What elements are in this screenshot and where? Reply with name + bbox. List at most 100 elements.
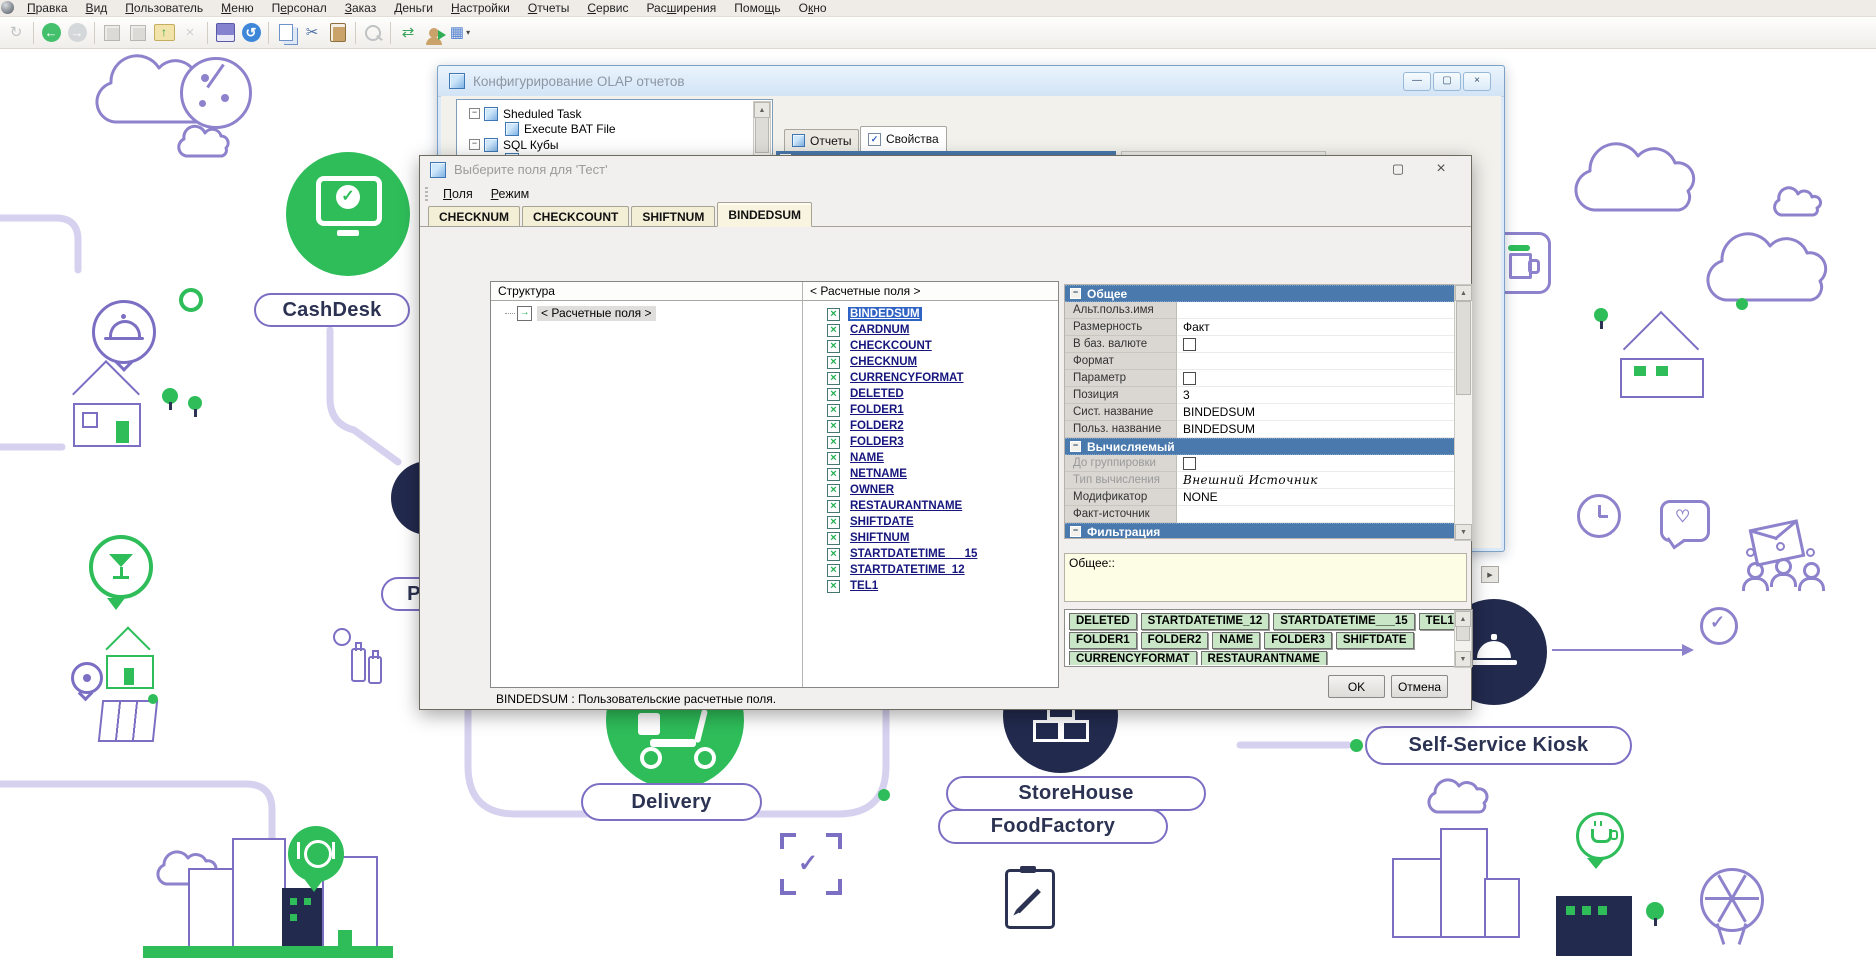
field-checkbox-icon[interactable]	[827, 404, 840, 417]
field-checkbox-icon[interactable]	[827, 356, 840, 369]
import-folder-icon[interactable]: ↑	[152, 21, 176, 45]
field-item-OWNER[interactable]: OWNER	[827, 482, 896, 498]
field-chip-DELETED[interactable]: DELETED	[1069, 613, 1137, 630]
maximize-button[interactable]: ▢	[1433, 72, 1461, 91]
maximize-button[interactable]	[1387, 160, 1409, 178]
property-row-Модификатор[interactable]: МодификаторNONE	[1065, 489, 1455, 506]
field-item-DELETED[interactable]: DELETED	[827, 386, 906, 402]
property-row-Сист. название[interactable]: Сист. названиеBINDEDSUM	[1065, 404, 1455, 421]
collapse-icon[interactable]	[1070, 526, 1081, 537]
field-checkbox-icon[interactable]	[827, 372, 840, 385]
tree-item-Sheduled Task[interactable]: −Sheduled Task	[469, 106, 582, 121]
collapse-icon[interactable]	[1070, 441, 1081, 452]
field-checkbox-icon[interactable]	[827, 324, 840, 337]
expand-icon[interactable]: −	[469, 139, 480, 150]
field-chip-FOLDER1[interactable]: FOLDER1	[1069, 632, 1137, 649]
field-item-FOLDER1[interactable]: FOLDER1	[827, 402, 906, 418]
close-button[interactable]	[1430, 160, 1452, 178]
save-icon[interactable]	[213, 21, 237, 45]
field-item-FOLDER3[interactable]: FOLDER3	[827, 434, 906, 450]
field-checkbox-icon[interactable]	[827, 548, 840, 561]
menu-item-Вид[interactable]: Вид	[77, 1, 117, 15]
scroll-down-icon[interactable]	[1455, 651, 1471, 667]
tab-Отчеты[interactable]: Отчеты	[784, 129, 859, 151]
field-checkbox-icon[interactable]	[827, 308, 840, 321]
field-checkbox-icon[interactable]	[827, 340, 840, 353]
paste-icon[interactable]	[326, 21, 350, 45]
calc-fields-column-header[interactable]: < Расчетные поля >	[803, 282, 1058, 301]
field-checkbox-icon[interactable]	[827, 468, 840, 481]
field-item-SHIFTNUM[interactable]: SHIFTNUM	[827, 530, 911, 546]
field-checkbox-icon[interactable]	[827, 484, 840, 497]
field-item-CARDNUM[interactable]: CARDNUM	[827, 322, 911, 338]
field-chip-FOLDER3[interactable]: FOLDER3	[1264, 632, 1332, 649]
menu-item-Меню[interactable]: Меню	[212, 1, 262, 15]
field-chip-STARTDATETIME_12[interactable]: STARTDATETIME_12	[1141, 613, 1270, 630]
collapse-icon[interactable]	[1070, 288, 1081, 299]
checkbox-icon[interactable]	[1183, 338, 1196, 351]
sync-db-icon[interactable]: ⇄	[396, 21, 420, 45]
field-chip-CURRENCYFORMAT[interactable]: CURRENCYFORMAT	[1069, 651, 1197, 665]
field-checkbox-icon[interactable]	[827, 516, 840, 529]
menu-item-Сервис[interactable]: Сервис	[578, 1, 637, 15]
field-item-RESTAURANTNAME[interactable]: RESTAURANTNAME	[827, 498, 964, 514]
menu-item-Помощь[interactable]: Помощь	[725, 1, 789, 15]
minimize-button[interactable]: —	[1403, 72, 1431, 91]
menu-item-Правка[interactable]: Правка	[18, 1, 77, 15]
cancel-button[interactable]: Отмена	[1391, 675, 1448, 698]
field-checkbox-icon[interactable]	[827, 420, 840, 433]
close-button[interactable]: ×	[1463, 72, 1491, 91]
field-checkbox-icon[interactable]	[827, 564, 840, 577]
scroll-thumb[interactable]	[1456, 301, 1471, 395]
grid-view-icon[interactable]: ▦▾	[448, 21, 472, 45]
field-item-NAME[interactable]: NAME	[827, 450, 886, 466]
scroll-down-icon[interactable]	[1455, 524, 1472, 540]
filter-textarea[interactable]: Общее::	[1064, 553, 1467, 602]
field-item-STARTDATETIME___15[interactable]: STARTDATETIME___15	[827, 546, 979, 562]
field-item-STARTDATETIME_12[interactable]: STARTDATETIME_12	[827, 562, 967, 578]
property-row-Польз. название[interactable]: Польз. названиеBINDEDSUM	[1065, 421, 1455, 438]
dialog-titlebar[interactable]: Выберите поля для 'Тест'	[420, 156, 1471, 183]
scroll-thumb[interactable]	[1456, 626, 1470, 641]
property-row-Тип вычисления[interactable]: Тип вычисленияВнешний Источник	[1065, 472, 1455, 489]
chips-scrollbar[interactable]	[1454, 610, 1472, 668]
scroll-right-icon[interactable]	[1481, 566, 1499, 583]
field-item-FOLDER2[interactable]: FOLDER2	[827, 418, 906, 434]
field-item-CHECKNUM[interactable]: CHECKNUM	[827, 354, 919, 370]
property-row-Формат[interactable]: Формат	[1065, 353, 1455, 370]
dialog-menu-Режим[interactable]: Режим	[482, 185, 539, 203]
field-checkbox-icon[interactable]	[827, 580, 840, 593]
property-row-Позиция[interactable]: Позиция3	[1065, 387, 1455, 404]
scroll-up-icon[interactable]	[754, 102, 770, 118]
menu-item-Персонал[interactable]: Персонал	[263, 1, 336, 15]
menu-item-Расширения[interactable]: Расширения	[637, 1, 725, 15]
section-header-Фильтрация[interactable]: Фильтрация	[1065, 523, 1455, 539]
structure-column-header[interactable]: Структура	[491, 282, 802, 301]
app-orb-icon[interactable]	[1, 1, 14, 14]
tab-Свойства[interactable]: Свойства	[860, 126, 947, 151]
field-chip-STARTDATETIME___15[interactable]: STARTDATETIME___15	[1273, 613, 1414, 630]
dialog-menu-Поля[interactable]: Поля	[434, 185, 482, 203]
expand-icon[interactable]: −	[469, 108, 480, 119]
checkbox-icon[interactable]	[1183, 372, 1196, 385]
scroll-up-icon[interactable]	[1455, 611, 1471, 627]
menu-grip[interactable]	[425, 187, 428, 201]
field-checkbox-icon[interactable]	[827, 436, 840, 449]
field-item-TEL1[interactable]: TEL1	[827, 578, 880, 594]
window-titlebar[interactable]: Конфигурирование OLAP отчетов	[438, 66, 1504, 97]
property-row-До группировки[interactable]: До группировки	[1065, 455, 1455, 472]
tab-CHECKNUM[interactable]: CHECKNUM	[428, 206, 520, 226]
column-divider[interactable]	[802, 282, 803, 687]
tab-CHECKCOUNT[interactable]: CHECKCOUNT	[522, 206, 629, 226]
scroll-thumb[interactable]	[755, 117, 769, 153]
field-checkbox-icon[interactable]	[827, 388, 840, 401]
field-checkbox-icon[interactable]	[827, 500, 840, 513]
menu-item-Деньги[interactable]: Деньги	[385, 1, 442, 15]
property-row-В баз. валюте[interactable]: В баз. валюте	[1065, 336, 1455, 353]
back-icon[interactable]: ←	[39, 21, 63, 45]
field-checkbox-icon[interactable]	[827, 532, 840, 545]
menu-item-Заказ[interactable]: Заказ	[336, 1, 385, 15]
tab-SHIFTNUM[interactable]: SHIFTNUM	[631, 206, 715, 226]
menu-item-Пользователь[interactable]: Пользователь	[116, 1, 212, 15]
ok-button[interactable]: OK	[1328, 675, 1385, 698]
